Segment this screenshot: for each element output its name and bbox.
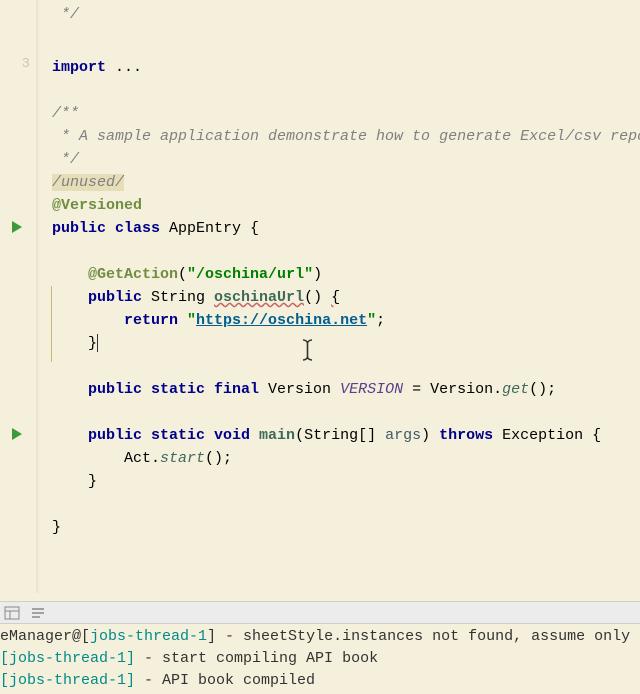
field-name: VERSION [340, 381, 403, 398]
text: Act. [124, 450, 160, 467]
code-line[interactable]: public class AppEntry { [52, 217, 640, 240]
text: (String[] [295, 427, 385, 444]
keyword: throws [439, 427, 502, 444]
annotation: @Versioned [52, 197, 142, 214]
code-editor[interactable]: 3 */ import ... /** * A sample applicati… [0, 0, 640, 593]
code-line[interactable]: */ [52, 3, 640, 26]
text: (); [205, 450, 232, 467]
layout-icon[interactable] [4, 605, 20, 621]
param: args [385, 427, 421, 444]
brace: } [88, 473, 97, 490]
text: ) [421, 427, 439, 444]
code-area[interactable]: */ import ... /** * A sample application… [36, 0, 640, 593]
code-line[interactable]: @GetAction("/oschina/url") [52, 263, 640, 286]
annotation: @GetAction [88, 266, 178, 283]
keyword: import [52, 59, 115, 76]
comment-text: */ [52, 6, 79, 23]
text-cursor-icon [301, 339, 314, 361]
code-line[interactable]: /** [52, 102, 640, 125]
line-number: 3 [12, 56, 30, 72]
code-line[interactable]: public static final Version VERSION = Ve… [52, 378, 640, 401]
text: (); [529, 381, 556, 398]
code-line[interactable]: Act.start(); [52, 447, 640, 470]
code-line[interactable]: public String oschinaUrl() { [52, 286, 640, 309]
tool-window-tabs[interactable] [0, 601, 640, 624]
string-literal: "/oschina/url" [187, 266, 313, 283]
text: Exception { [502, 427, 601, 444]
comment-text: /** [52, 105, 79, 122]
line-number [12, 217, 30, 233]
code-line[interactable]: import ... [52, 56, 640, 79]
code-line[interactable]: } [52, 470, 640, 493]
brace: } [88, 335, 97, 352]
text: = Version. [403, 381, 502, 398]
console-output[interactable]: eManager@[jobs-thread-1] - sheetStyle.in… [0, 624, 640, 694]
comment-text: */ [52, 151, 79, 168]
code-line[interactable]: return "https://oschina.net"; [52, 309, 640, 332]
keyword: public static final [88, 381, 268, 398]
string-literal: " [187, 312, 196, 329]
line-number [12, 125, 30, 141]
text: ; [376, 312, 385, 329]
method-name: main [259, 427, 295, 444]
type: Version [268, 381, 340, 398]
keyword: public static void [88, 427, 259, 444]
code-line[interactable]: /unused/ [52, 171, 640, 194]
code-line[interactable]: */ [52, 148, 640, 171]
string-literal: " [367, 312, 376, 329]
text: () [304, 289, 331, 306]
bottom-panel: eManager@[jobs-thread-1] - sheetStyle.in… [0, 601, 640, 694]
brace: { [331, 289, 340, 306]
type: String [151, 289, 214, 306]
code-line[interactable]: * A sample application demonstrate how t… [52, 125, 640, 148]
text-caret [97, 334, 98, 352]
method-call: get [502, 381, 529, 398]
gutter: 3 [0, 0, 36, 593]
run-gutter-icon[interactable] [12, 428, 26, 442]
class-name: AppEntry [169, 220, 241, 237]
url-link[interactable]: https://oschina.net [196, 312, 367, 329]
comment-text: * A sample application demonstrate how t… [52, 128, 640, 145]
code-line[interactable]: public static void main(String[] args) t… [52, 424, 640, 447]
keyword: public [88, 289, 151, 306]
code-line[interactable]: @Versioned [52, 194, 640, 217]
brace: } [52, 519, 61, 536]
text: { [241, 220, 259, 237]
text: ... [115, 59, 142, 76]
method-name: oschinaUrl [214, 289, 304, 306]
keyword: public class [52, 220, 169, 237]
code-line[interactable]: } [52, 332, 640, 355]
soft-wrap-icon[interactable] [30, 605, 46, 621]
method-call: start [160, 450, 205, 467]
unused-tag: /unused/ [52, 174, 124, 191]
keyword: return [124, 312, 187, 329]
code-line[interactable]: } [52, 516, 640, 539]
